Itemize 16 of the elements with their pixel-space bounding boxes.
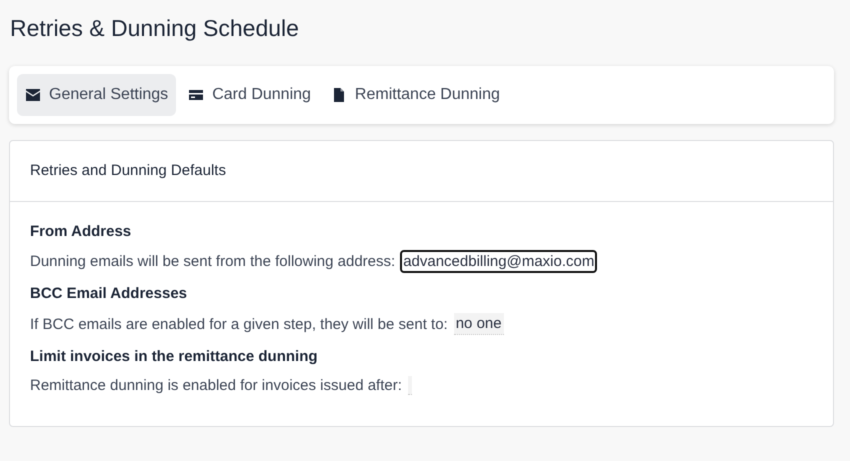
tab[interactable]: Card Dunning <box>180 74 319 116</box>
page-title: Retries & Dunning Schedule <box>10 15 300 42</box>
description-text: Dunning emails will be sent from the following address: <box>30 253 396 270</box>
tab[interactable]: Remittance Dunning <box>322 74 508 116</box>
card-title: Retries and Dunning Defaults <box>10 141 833 202</box>
envelope-icon <box>25 87 41 103</box>
section-heading: Limit invoices in the remittance dunning <box>30 348 319 365</box>
section-heading: From Address <box>30 223 132 240</box>
section-heading: BCC Email Addresses <box>30 285 188 302</box>
editable-field[interactable]: no one <box>454 313 504 335</box>
editable-field[interactable]: advancedbilling@maxio.com <box>401 251 596 272</box>
card-icon <box>188 87 204 103</box>
tab[interactable]: General Settings <box>17 74 176 116</box>
description-text: Remittance dunning is enabled for invoices issued after: <box>30 377 402 394</box>
description-text: If BCC emails are enabled for a given step, they will be sent to: <box>30 316 448 332</box>
editable-field[interactable] <box>408 376 412 395</box>
